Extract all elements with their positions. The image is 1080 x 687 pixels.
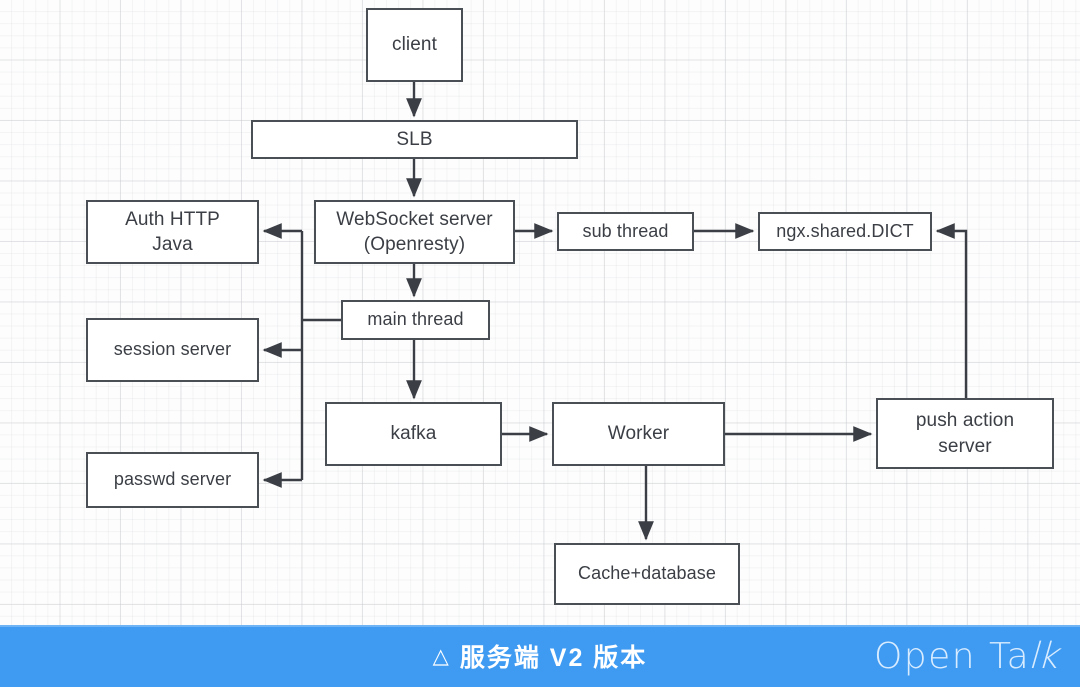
node-cache-database[interactable]: Cache+database — [554, 543, 740, 605]
slide-canvas: client SLB Auth HTTP Java WebSocket serv… — [0, 0, 1080, 687]
node-session-server[interactable]: session server — [86, 318, 259, 382]
node-sub-thread[interactable]: sub thread — [557, 212, 694, 251]
node-worker[interactable]: Worker — [552, 402, 725, 466]
node-auth-http-java[interactable]: Auth HTTP Java — [86, 200, 259, 264]
triangle-icon: △ — [432, 644, 451, 668]
node-websocket-server[interactable]: WebSocket server (Openresty) — [314, 200, 515, 264]
logo-text-main: Open Ta — [873, 635, 1031, 677]
node-client[interactable]: client — [366, 8, 463, 82]
footer-banner: △ 服务端 V2 版本 Open Ta lk — [0, 625, 1080, 687]
node-main-thread[interactable]: main thread — [341, 300, 490, 340]
graph-paper-background — [0, 0, 1080, 625]
logo-text-slashes: lk — [1025, 635, 1066, 677]
node-kafka[interactable]: kafka — [325, 402, 502, 466]
node-slb[interactable]: SLB — [251, 120, 578, 159]
open-talk-logo: Open Ta lk — [873, 625, 1066, 687]
node-push-action-server[interactable]: push action server — [876, 398, 1054, 469]
footer-title-text: 服务端 V2 版本 — [459, 644, 648, 672]
node-ngx-shared-dict[interactable]: ngx.shared.DICT — [758, 212, 932, 251]
node-passwd-server[interactable]: passwd server — [86, 452, 259, 508]
